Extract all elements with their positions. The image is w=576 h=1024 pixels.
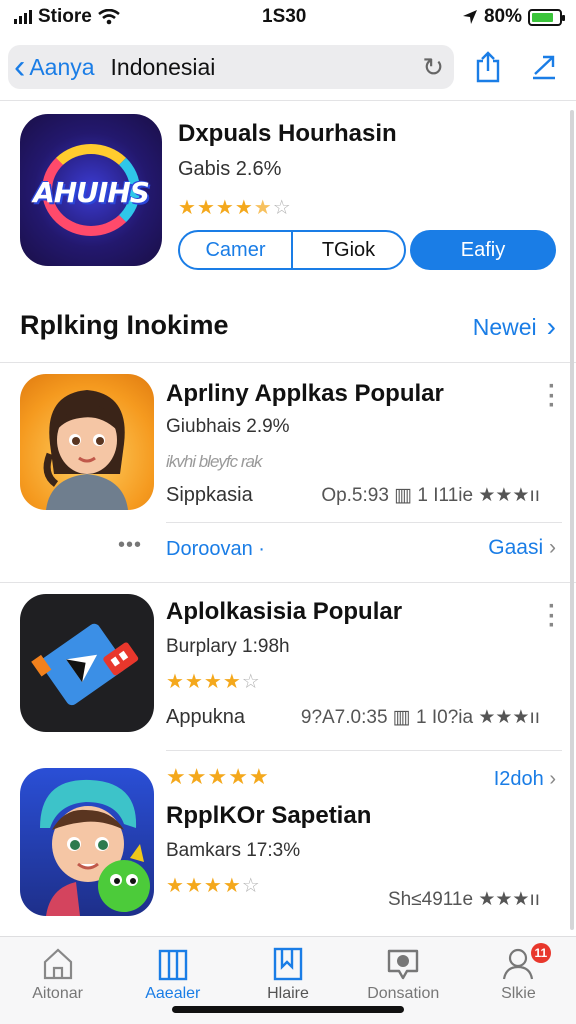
video-editor-icon [31,623,139,706]
segmented-control[interactable]: Camer TGiok [178,230,406,270]
side-link-label[interactable]: I2doh [494,768,544,790]
tab-label[interactable]: Aaealer [145,985,200,1003]
action-row: ••• Doroovan · Gaasi › [0,526,576,580]
home-indicator[interactable] [172,1006,404,1013]
open-link[interactable]: Gaasi › [488,536,556,560]
segment-option-2[interactable]: TGiok [293,232,404,268]
share-button[interactable] [466,45,510,89]
app-subtitle: Bamkars 17:3% [166,840,301,861]
see-more-label[interactable]: Newei [473,314,537,341]
tab-label[interactable]: Hlaire [267,985,309,1003]
app-title[interactable]: Aplolkasisia Popular [166,598,402,626]
app-rating-stars: ★ ★ ★ ★ ☆ [166,875,260,897]
site-title: Indonesiai [110,53,216,80]
app-meta: Sh≤4911e ★★★ıı [387,889,540,910]
app-meta: 9?A7.0:35 ▥ 1 I0?ia ★★★ıı [300,707,540,728]
see-more-link[interactable]: Newei › [473,311,556,343]
bookmark-icon [273,947,303,981]
share-icon [476,51,500,83]
app-category: Sippkasia [166,484,253,506]
featured-app[interactable]: AHUIHS Dxpuals Hourhasin Gabis 2.6% ★ ★ ★ ★… [20,114,560,274]
notification-badge: 11 [530,943,551,963]
featured-rating-stars: ★ ★ ★ ★ ★ ☆ [178,197,291,219]
section-title: Rplking Inokime [20,310,229,340]
more-dots-icon[interactable]: ••• [118,534,142,557]
status-bar: Stiore 1S30 80% [0,0,576,34]
get-button[interactable]: Eafiy [410,230,556,270]
open-external-button[interactable] [522,45,566,89]
download-link[interactable]: Doroovan · [166,538,265,561]
back-label[interactable]: Aanya [29,54,94,81]
address-bar: ‹ Aanya Indonesiai ↻ [0,38,576,96]
app-title[interactable]: RpplKOr Sapetian [166,802,371,830]
character-avatar-icon [40,779,150,916]
tab-label[interactable]: Slkie [501,985,536,1003]
back-chevron-icon[interactable]: ‹ [14,50,25,84]
chevron-right-icon: › [549,536,556,559]
app-subtitle: Giubhais 2.9% [166,416,290,437]
girl-avatar-icon [43,390,128,510]
app-blurred-text: ikvhi bleyfc rak [166,452,262,471]
app-icon[interactable] [20,374,154,510]
more-options-icon[interactable]: · · · [548,595,556,638]
app-subtitle: Burplary 1:98h [166,636,290,657]
tab-profile[interactable]: 11 Slkie [461,937,576,1024]
external-link-icon [533,55,555,80]
more-options-icon[interactable]: · · · [548,375,556,418]
wifi-icon [98,9,120,25]
list-item[interactable]: Aprliny Applkas Popular · · · Giubhais 2.9… [0,372,576,512]
featured-app-title[interactable]: Dxpuals Hourhasin [178,120,397,148]
list-item[interactable]: Aplolkasisia Popular · · · Burplary 1:98h … [0,592,576,742]
location-icon [462,10,477,24]
chevron-right-icon: › [546,311,556,342]
app-icon[interactable] [20,768,154,916]
url-field[interactable]: ‹ Aanya Indonesiai ↻ [8,45,454,89]
signal-icon [14,10,32,24]
divider [0,582,576,583]
app-rating-stars: ★ ★ ★ ★ ☆ [166,671,260,693]
segment-option-1[interactable]: Camer [180,232,293,268]
chat-icon [388,949,419,980]
chevron-right-icon: › [549,768,556,790]
battery-icon [528,8,565,26]
top-rating-stars: ★ ★ ★ ★ ★ [166,764,269,789]
home-icon [43,948,72,980]
apps-icon [158,949,187,981]
featured-logo-text: AHUIHS [33,176,150,209]
list-item[interactable]: ★ ★ ★ ★ ★ I2doh › RpplKOr Sapetian Bamkars 1… [0,760,576,930]
reload-icon[interactable]: ↻ [422,52,444,83]
clock: 1S30 [262,6,307,27]
carrier-label: Stiore [38,6,92,27]
divider [166,522,562,523]
app-icon[interactable] [20,594,154,732]
scrollbar[interactable] [570,110,574,930]
tab-home[interactable]: Aitonar [0,937,115,1024]
tab-label[interactable]: Donsation [367,985,439,1003]
divider [166,750,562,751]
app-meta: Op.5:93 ▥ 1 I11ie ★★★ıı [321,485,540,506]
app-category: Appukna [166,706,245,728]
app-title[interactable]: Aprliny Applkas Popular [166,380,444,408]
tab-label[interactable]: Aitonar [32,985,83,1003]
battery-percent: 80% [483,6,522,27]
divider [0,100,576,101]
side-link[interactable]: I2doh › [494,768,556,791]
divider [0,362,576,363]
featured-app-icon[interactable]: AHUIHS [20,114,162,266]
featured-app-subtitle: Gabis 2.6% [178,158,282,180]
open-link-label[interactable]: Gaasi [488,536,543,559]
